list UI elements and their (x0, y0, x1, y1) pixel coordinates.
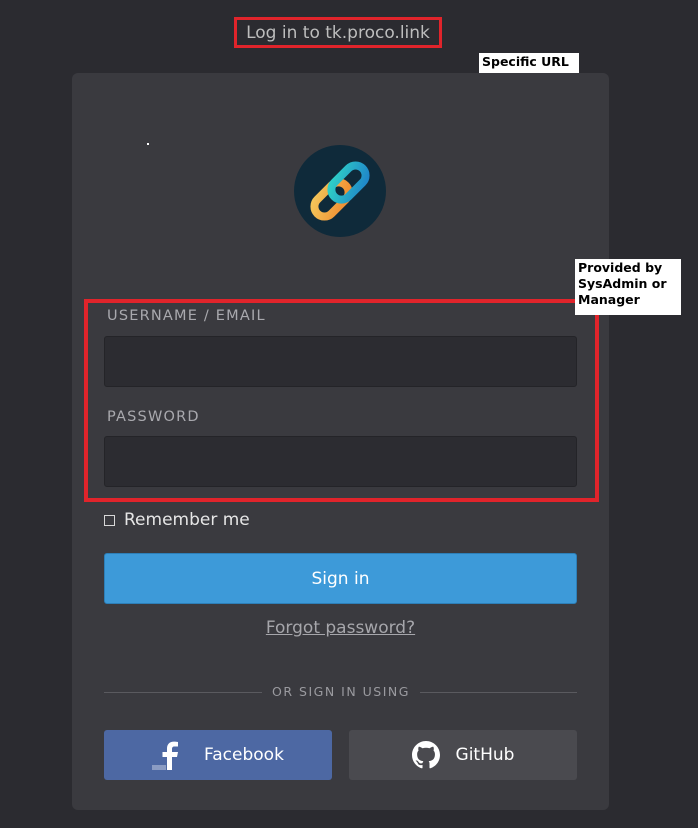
social-divider-label: OR SIGN IN USING (272, 684, 410, 699)
username-input[interactable] (104, 336, 577, 387)
password-label: PASSWORD (107, 409, 200, 425)
remember-me-label: Remember me (124, 510, 250, 530)
divider-right (420, 692, 577, 693)
facebook-icon (152, 741, 179, 770)
github-label: GitHub (455, 745, 515, 765)
facebook-label: Facebook (204, 745, 284, 765)
page-title: Log in to tk.proco.link (246, 22, 430, 43)
password-input[interactable] (104, 436, 577, 487)
forgot-password-link[interactable]: Forgot password? (0, 618, 681, 638)
github-icon (411, 741, 440, 769)
sign-in-button[interactable]: Sign in (104, 553, 577, 604)
annotation-provided-by: Provided by SysAdmin or Manager (575, 259, 681, 315)
annotation-specific-url: Specific URL (479, 53, 579, 73)
username-label: USERNAME / EMAIL (107, 308, 266, 324)
github-button[interactable]: GitHub (349, 730, 577, 780)
divider-left (104, 692, 262, 693)
facebook-button[interactable]: Facebook (104, 730, 332, 780)
remember-me-row[interactable]: Remember me (104, 509, 250, 531)
remember-me-checkbox[interactable] (104, 514, 115, 526)
stray-dot (147, 143, 149, 145)
page-title-highlight: Log in to tk.proco.link (234, 17, 442, 48)
app-logo (294, 145, 386, 237)
